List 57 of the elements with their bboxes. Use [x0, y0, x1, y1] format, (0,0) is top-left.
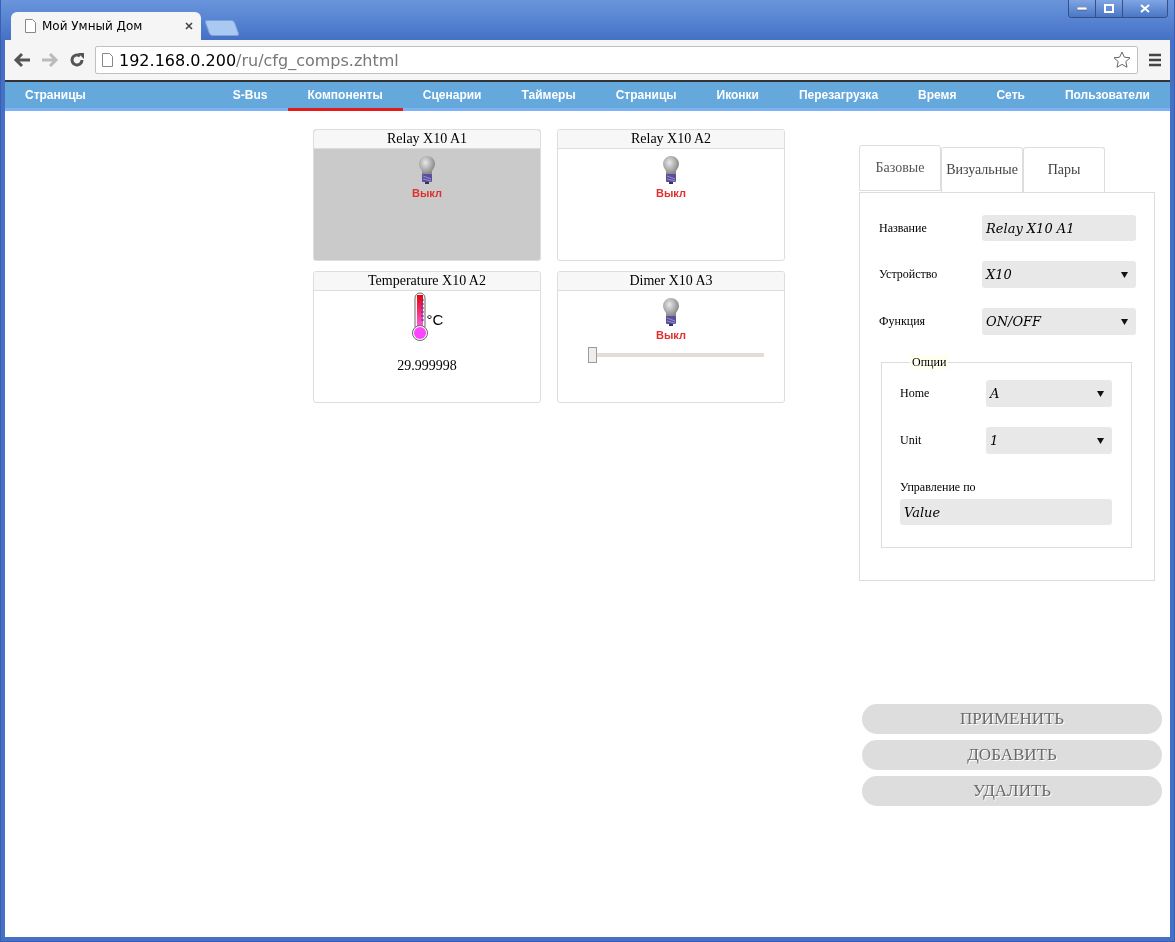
unit-label: °C [426, 311, 444, 328]
dropdown[interactable]: 1 [986, 427, 1112, 454]
dropdown[interactable]: X10 [982, 261, 1136, 288]
field-label: Функция [879, 313, 927, 329]
component-card[interactable]: Relay X10 A2 Выкл [557, 129, 785, 261]
maximize-button[interactable] [1095, 0, 1122, 17]
dropdown-caret-icon [1121, 318, 1128, 325]
page-icon [102, 53, 113, 67]
status-label: Выкл [656, 187, 686, 199]
status-label: Выкл [656, 329, 686, 341]
dropdown[interactable]: A [986, 380, 1112, 407]
component-card[interactable]: Relay X10 A1 Выкл [313, 129, 541, 261]
dimmer-slider[interactable] [588, 347, 764, 363]
browser-tab[interactable]: Мой Умный Дом [11, 12, 201, 40]
text-field[interactable]: Value [900, 499, 1112, 525]
card-title: Dimer X10 A3 [558, 272, 784, 291]
component-card[interactable]: Temperature X10 A2 °C 29.999998 [313, 271, 541, 403]
field-label: Управление по [900, 479, 977, 495]
text-field[interactable]: Relay X10 A1 [982, 215, 1136, 241]
action-button[interactable]: УДАЛИТЬ [862, 776, 1162, 806]
field-label: Home [900, 385, 931, 401]
card-title: Temperature X10 A2 [314, 272, 540, 291]
temperature-value: 29.999998 [397, 358, 457, 374]
page-icon [25, 19, 36, 33]
dropdown-caret-icon [1121, 271, 1128, 278]
settings-tab[interactable]: Базовые [859, 145, 941, 191]
dropdown-caret-icon [1097, 390, 1104, 397]
settings-tab[interactable]: Визуальные [941, 147, 1023, 192]
thermometer-icon [410, 292, 429, 342]
card-title: Relay X10 A2 [558, 130, 784, 149]
reload-icon[interactable] [69, 52, 85, 68]
dropdown-caret-icon [1097, 437, 1104, 444]
field-label: Название [879, 220, 928, 236]
action-button[interactable]: ДОБАВИТЬ [862, 740, 1162, 770]
field-label: Устройство [879, 266, 939, 282]
menu-icon[interactable] [1148, 53, 1162, 67]
light-bulb-icon [418, 155, 436, 185]
close-icon[interactable] [185, 22, 193, 30]
close-icon [1140, 4, 1150, 13]
field-label: Unit [900, 432, 923, 448]
settings-tab[interactable]: Пары [1023, 147, 1105, 192]
minimize-icon [1077, 6, 1087, 11]
action-button[interactable]: ПРИМЕНИТЬ [862, 704, 1162, 734]
back-arrow-icon[interactable] [13, 52, 31, 68]
status-label: Выкл [412, 187, 442, 199]
light-bulb-icon [662, 155, 680, 185]
component-card[interactable]: Dimer X10 A3 Выкл [557, 271, 785, 403]
dropdown[interactable]: ON/OFF [982, 308, 1136, 335]
group-legend: Опции [910, 355, 949, 370]
light-bulb-icon [662, 297, 680, 327]
address-bar[interactable]: 192.168.0.200/ru/cfg_comps.zhtml [95, 46, 1138, 74]
new-tab-button[interactable] [204, 20, 240, 36]
maximize-icon [1104, 4, 1114, 13]
slider-handle[interactable] [588, 347, 597, 363]
card-title: Relay X10 A1 [314, 130, 540, 149]
close-window-button[interactable] [1122, 0, 1167, 17]
star-icon[interactable] [1113, 51, 1131, 69]
